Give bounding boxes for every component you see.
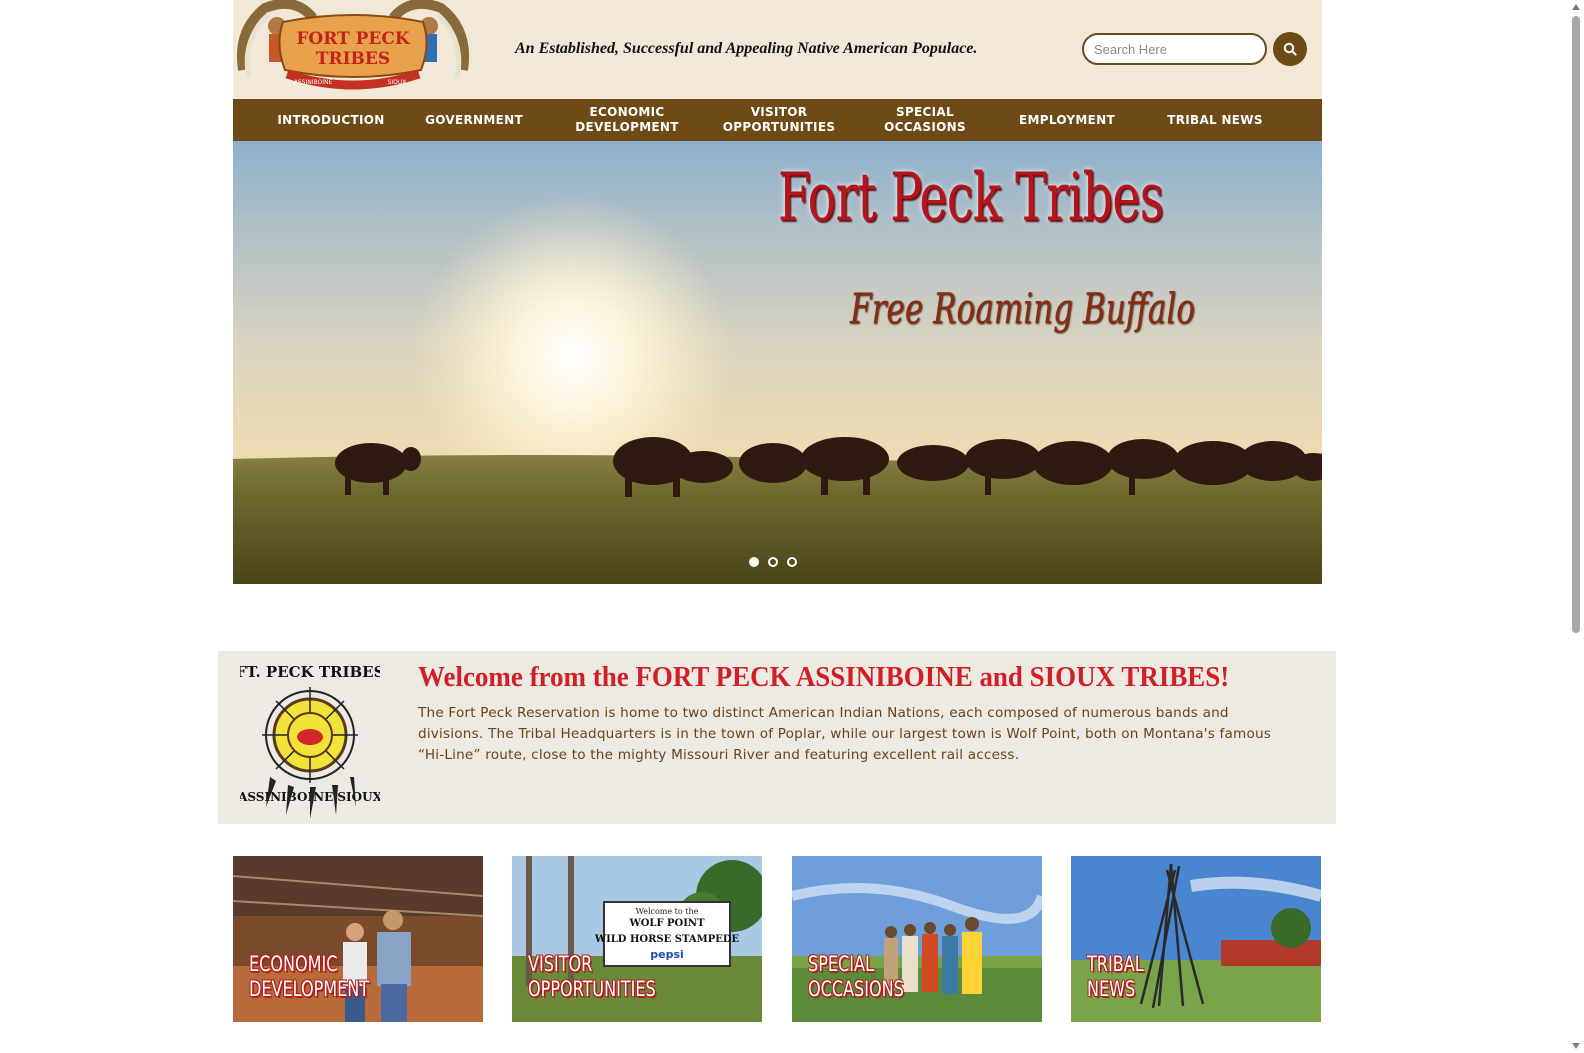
hero-title: Fort Peck Tribes <box>778 159 1164 236</box>
slider-dot-2[interactable] <box>768 557 778 567</box>
scroll-up-icon[interactable] <box>1571 3 1581 11</box>
logo-ribbon-left: ASSINIBOINE <box>294 79 333 86</box>
seal-text-top: FT. PECK TRIBES <box>240 663 380 681</box>
site-tagline: An Established, Successful and Appealing… <box>515 40 978 57</box>
fort-peck-tribes-logo[interactable]: FORT PECK TRIBES ASSINIBOINE SIOUX <box>235 0 471 96</box>
nav-item-introduction[interactable]: INTRODUCTION <box>269 99 393 141</box>
logo-text-line2: TRIBES <box>316 49 390 69</box>
sign-line-2: WOLF POINT <box>628 918 705 929</box>
search-icon <box>1283 42 1297 56</box>
nav-item-government[interactable]: GOVERNMENT <box>415 99 533 141</box>
scrollbar-thumb[interactable] <box>1572 16 1580 633</box>
welcome-title: Welcome from the FORT PECK ASSINIBOINE a… <box>418 661 1230 693</box>
site-header: FORT PECK TRIBES ASSINIBOINE SIOUX An Es… <box>233 0 1322 99</box>
slider-dot-1[interactable] <box>749 557 759 567</box>
nav-item-special-occasions[interactable]: SPECIAL OCCASIONS <box>869 99 981 141</box>
search-button[interactable] <box>1273 32 1307 66</box>
tile-economic-development[interactable]: ECONOMIC DEVELOPMENT <box>233 856 483 1022</box>
nav-item-visitor-opportunities[interactable]: VISITOR OPPORTUNITIES <box>713 99 845 141</box>
welcome-section: FT. PECK TRIBES ASSINIBOINE SIOUX Welcom… <box>218 651 1336 824</box>
welcome-body: The Fort Peck Reservation is home to two… <box>418 705 1272 763</box>
tile-label-economic-development: ECONOMIC DEVELOPMENT <box>249 952 370 1001</box>
tile-visitor-opportunities[interactable]: Welcome to the WOLF POINT WILD HORSE STA… <box>512 856 762 1022</box>
sign-line-1: Welcome to the <box>636 907 699 916</box>
main-nav: INTRODUCTION GOVERNMENT ECONOMIC DEVELOP… <box>233 99 1322 141</box>
nav-item-tribal-news[interactable]: TRIBAL NEWS <box>1157 99 1273 141</box>
search-input[interactable] <box>1082 33 1267 65</box>
tile-tribal-news[interactable]: TRIBAL NEWS <box>1071 856 1321 1022</box>
slider-dots <box>749 557 797 567</box>
hero-subtitle: Free Roaming Buffalo <box>850 284 1196 333</box>
scroll-down-icon[interactable] <box>1571 1042 1581 1050</box>
tile-special-occasions[interactable]: SPECIAL OCCASIONS <box>792 856 1042 1022</box>
tile-label-tribal-news: TRIBAL NEWS <box>1087 952 1144 1001</box>
nav-item-economic-development[interactable]: ECONOMIC DEVELOPMENT <box>563 99 691 141</box>
page-scrollbar[interactable] <box>1568 0 1584 1053</box>
logo-ribbon-right: SIOUX <box>388 79 407 86</box>
tile-label-visitor-opportunities: VISITOR OPPORTUNITIES <box>528 952 656 1001</box>
hero-slider[interactable]: Fort Peck Tribes Free Roaming Buffalo <box>233 141 1322 584</box>
tile-label-special-occasions: SPECIAL OCCASIONS <box>808 952 904 1001</box>
slider-dot-3[interactable] <box>787 557 797 567</box>
tribal-seal-logo: FT. PECK TRIBES ASSINIBOINE SIOUX <box>240 663 380 819</box>
sign-line-3: WILD HORSE STAMPEDE <box>594 934 740 945</box>
nav-item-employment[interactable]: EMPLOYMENT <box>1007 99 1127 141</box>
logo-text-line1: FORT PECK <box>296 29 411 49</box>
